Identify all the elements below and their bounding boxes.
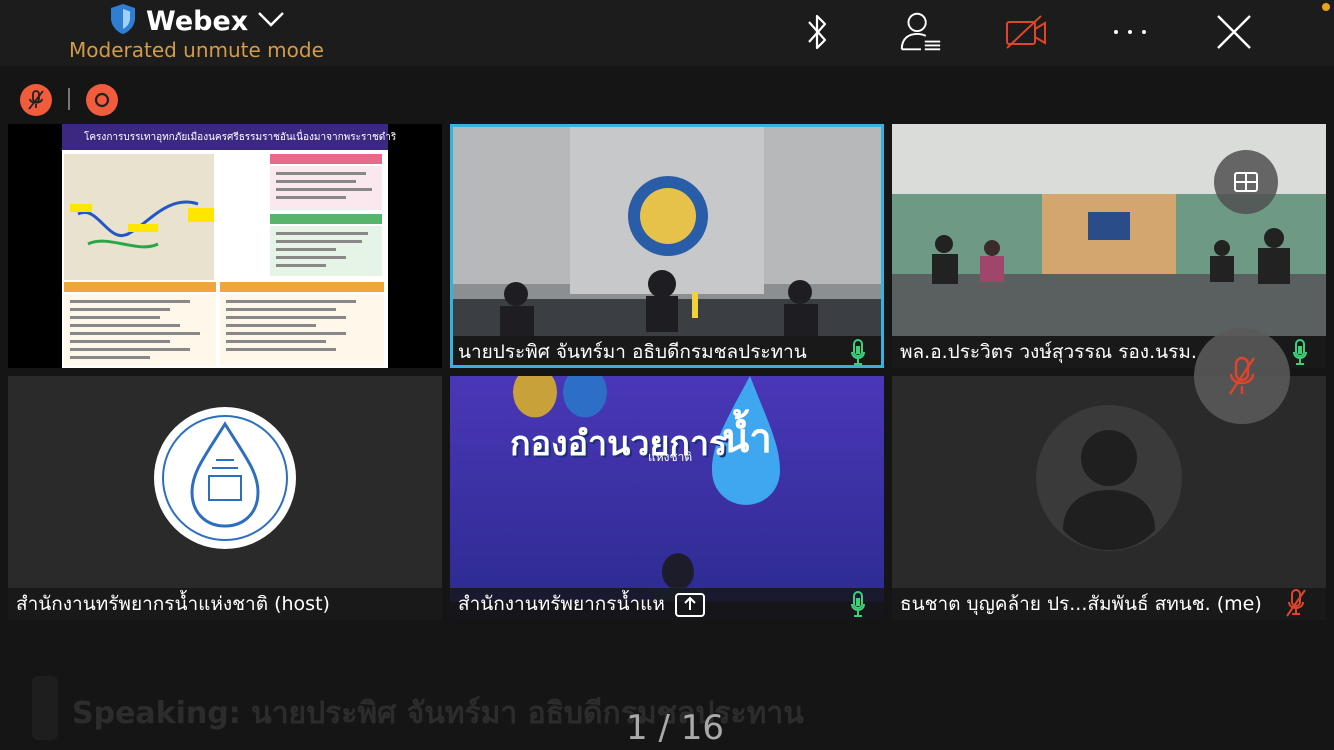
participant-namebar: สำนักงานทรัพยากรน้ำแห	[450, 588, 884, 620]
unmute-mode-label: Moderated unmute mode	[69, 38, 324, 62]
video-feed	[450, 376, 884, 620]
muted-mic-icon	[1229, 356, 1255, 395]
mic-on-icon	[851, 591, 865, 617]
participant-name: พล.อ.ประวิตร วงษ์สุวรรณ รอง.นรม.	[900, 341, 1197, 363]
stop-video-button[interactable]	[1002, 8, 1050, 56]
page-indicator: 1 / 16	[626, 708, 724, 748]
close-icon	[1217, 15, 1251, 49]
participant-tile[interactable]: สำนักงานทรัพยากรน้ำแห่งชาติ (host)	[8, 376, 442, 620]
mute-toggle-button[interactable]	[1194, 328, 1290, 424]
more-options-button[interactable]	[1106, 8, 1154, 56]
notification-dot	[1322, 3, 1330, 11]
onwr-logo	[8, 376, 442, 588]
participants-button[interactable]	[896, 8, 944, 56]
participants-icon	[900, 12, 941, 51]
slide-thumbnail	[62, 124, 388, 368]
video-off-icon	[1006, 15, 1046, 49]
shield-icon	[108, 2, 138, 41]
participant-name: สำนักงานทรัพยากรน้ำแห่งชาติ (host)	[16, 593, 330, 615]
share-screen-icon	[675, 593, 705, 617]
mic-on-icon	[1293, 339, 1307, 365]
more-icon	[1114, 30, 1146, 34]
chevron-down-icon	[256, 9, 286, 34]
slide-title-bar: โครงการบรรเทาอุทกภัยเมืองนครศรีธรรมราชอั…	[62, 124, 396, 150]
bluetooth-icon	[808, 14, 827, 50]
recording-status-button[interactable]	[86, 84, 118, 116]
muted-mic-icon	[28, 90, 44, 110]
participant-name: นายประพิศ จันทร์มา อธิบดีกรมชลประทาน	[458, 341, 807, 363]
mic-muted-icon	[1286, 589, 1306, 617]
logo-text: กองอำนวยการ	[510, 424, 728, 464]
recording-icon	[94, 92, 110, 108]
logo-subtext: แห่งชาติ	[648, 450, 693, 464]
mic-on-icon	[851, 339, 865, 365]
participant-namebar: ธนชาต บุญคล้าย ปร...สัมพันธ์ สทนช. (me)	[892, 588, 1326, 620]
participant-tile[interactable]: กองอำนวยการ แห่งชาติ น้ำ สำนักงานทรัพยาก…	[450, 376, 884, 620]
participant-namebar: นายประพิศ จันทร์มา อธิบดีกรมชลประทาน	[450, 336, 884, 368]
app-switcher[interactable]: Webex	[108, 2, 286, 41]
share-indicator[interactable]	[674, 590, 706, 618]
video-feed	[450, 124, 884, 336]
speaking-indicator-icon	[32, 676, 58, 740]
participant-name: ธนชาต บุญคล้าย ปร...สัมพันธ์ สทนช. (me)	[900, 593, 1262, 615]
participant-tile[interactable]: นายประพิศ จันทร์มา อธิบดีกรมชลประทาน	[450, 124, 884, 368]
bluetooth-button[interactable]	[793, 8, 841, 56]
layout-button[interactable]	[1214, 150, 1278, 214]
shared-content-tile[interactable]	[8, 124, 442, 368]
participant-namebar: สำนักงานทรัพยากรน้ำแห่งชาติ (host)	[8, 588, 442, 620]
grid-layout-icon	[1234, 172, 1258, 192]
status-divider	[68, 88, 70, 110]
slide-title: โครงการบรรเทาอุทกภัยเมืองนครศรีธรรมราชอั…	[84, 132, 397, 143]
participant-name: สำนักงานทรัพยากรน้ำแห	[458, 593, 665, 615]
close-button[interactable]	[1210, 8, 1258, 56]
logo-water-word: น้ำ	[722, 416, 772, 462]
top-bar: Webex Moderated unmute mode	[0, 0, 1334, 66]
app-name: Webex	[146, 6, 249, 37]
muted-status-button[interactable]	[20, 84, 52, 116]
